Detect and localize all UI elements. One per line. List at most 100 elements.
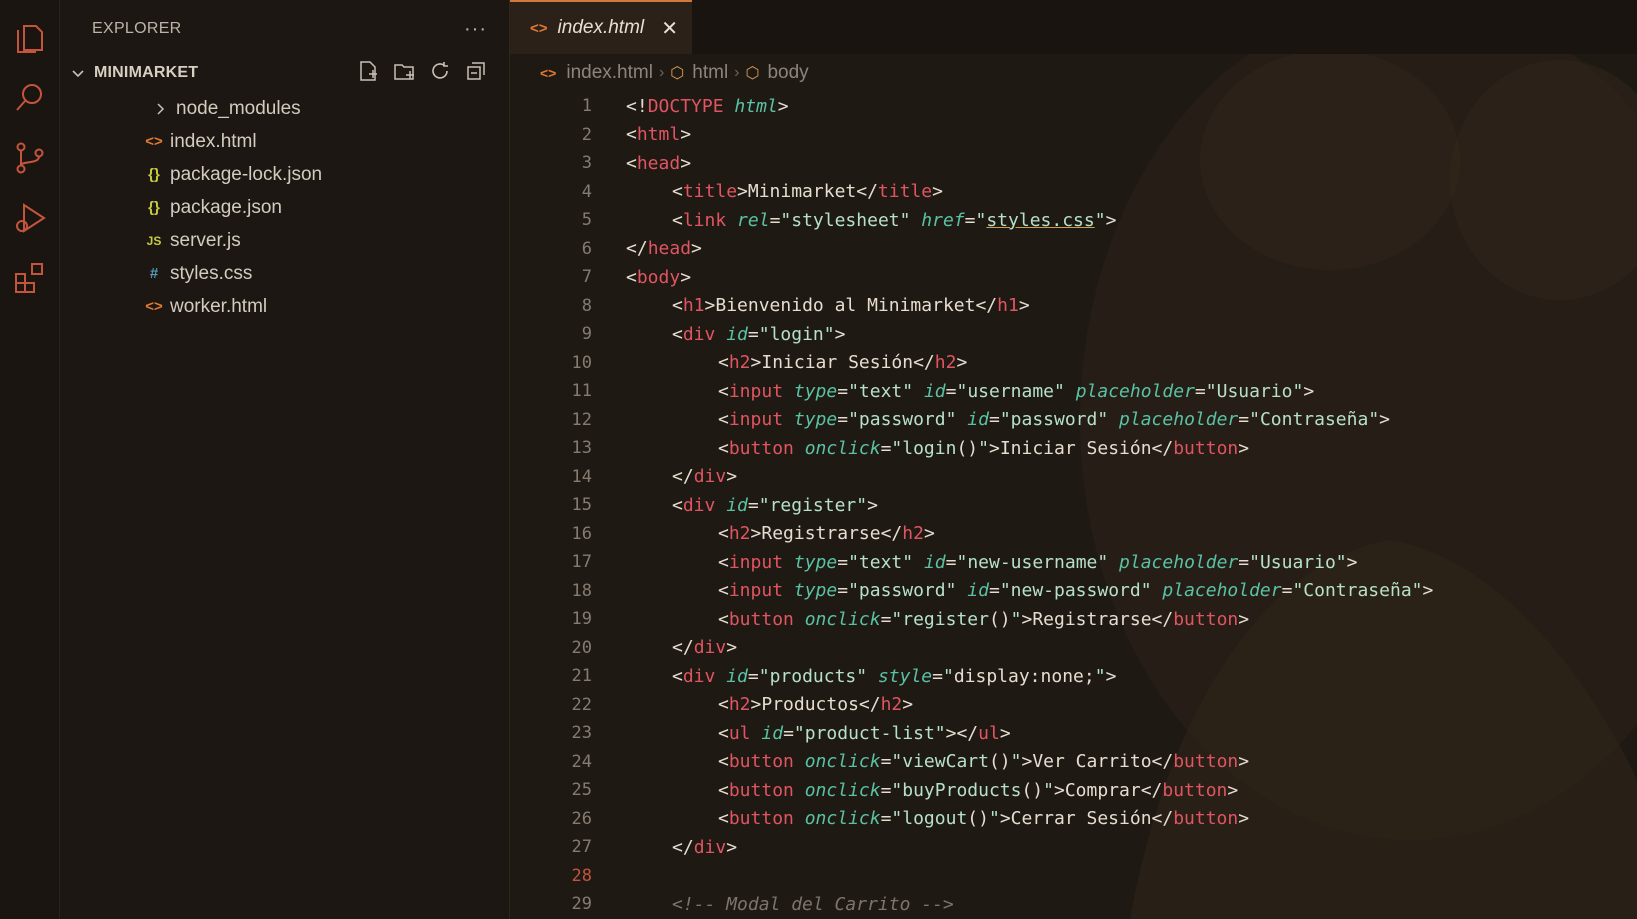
tree-item-styles-css[interactable]: # styles.css [60, 257, 509, 290]
code-token: " [975, 209, 987, 231]
code-line[interactable]: 16 <h2>Registrarse</h2> [510, 520, 1637, 549]
code-token: id [967, 580, 989, 602]
code-line[interactable]: 29 <!-- Modal del Carrito --> [510, 890, 1637, 919]
code-line[interactable]: 23 <ul id="product-list"></ul> [510, 719, 1637, 748]
code-token: < [672, 181, 683, 203]
tab-index-html[interactable]: <> index.html ✕ [510, 0, 692, 54]
code-editor[interactable]: 1 <!DOCTYPE html> 2 <html> 3 <head> 4 <title>Mi… [510, 92, 1637, 919]
code-token: html [734, 95, 778, 117]
breadcrumb-body[interactable]: body [767, 62, 808, 84]
code-token: "new-username" [956, 551, 1109, 573]
code-line[interactable]: 20 </div> [510, 634, 1637, 663]
new-file-icon[interactable] [357, 60, 379, 87]
code-line[interactable]: 24 <button onclick="viewCart()">Ver Carri… [510, 748, 1637, 777]
more-actions-icon[interactable]: ··· [464, 18, 487, 41]
workspace-folder-row[interactable]: MINIMARKET [60, 58, 509, 88]
code-line[interactable]: 13 <button onclick="login()">Iniciar Sesi… [510, 434, 1637, 463]
search-icon[interactable] [10, 78, 50, 118]
breadcrumb-file[interactable]: index.html [566, 62, 653, 84]
code-token: button [1162, 779, 1228, 801]
tree-item-package-lock-json[interactable]: {} package-lock.json [60, 158, 509, 191]
code-token: onclick [804, 751, 881, 773]
line-source: <button onclick="register()">Registrarse… [626, 609, 1249, 630]
code-token: onclick [804, 608, 881, 630]
code-line[interactable]: 21 <div id="products" style="display:none… [510, 662, 1637, 691]
code-token: = [932, 665, 943, 687]
code-token: > [1227, 779, 1239, 801]
code-line[interactable]: 9 <div id="login"> [510, 320, 1637, 349]
code-line[interactable]: 11 <input type="text" id="username" place… [510, 377, 1637, 406]
code-token: > [1303, 380, 1315, 402]
code-line[interactable]: 5 <link rel="stylesheet" href="styles.css… [510, 206, 1637, 235]
code-line[interactable]: 8 <h1>Bienvenido al Minimarket</h1> [510, 292, 1637, 321]
line-number: 20 [571, 637, 592, 658]
code-token: () [988, 608, 1011, 630]
code-token: " [1010, 608, 1022, 630]
chevron-down-icon[interactable] [68, 63, 88, 83]
code-line[interactable]: 7 <body> [510, 263, 1637, 292]
code-token: " [1094, 665, 1106, 687]
code-token: = [1238, 409, 1250, 431]
source-control-icon[interactable] [10, 138, 50, 178]
code-line[interactable]: 18 <input type="password" id="new-passwor… [510, 577, 1637, 606]
line-number: 13 [571, 438, 592, 459]
new-folder-icon[interactable] [393, 60, 415, 87]
code-line[interactable]: 27 </div> [510, 833, 1637, 862]
code-token: ul [978, 722, 1000, 744]
line-number: 23 [571, 723, 592, 744]
code-token: </ [672, 836, 694, 858]
code-line[interactable]: 25 <button onclick="buyProducts()">Compra… [510, 776, 1637, 805]
code-line[interactable]: 1 <!DOCTYPE html> [510, 92, 1637, 121]
code-line[interactable]: 4 <title>Minimarket</title> [510, 178, 1637, 207]
collapse-all-icon[interactable] [465, 60, 487, 87]
line-source: <button onclick="logout()">Cerrar Sesión… [626, 808, 1249, 829]
breadcrumb-html[interactable]: html [692, 62, 728, 84]
code-token: > [777, 95, 789, 117]
tree-item-index-html[interactable]: <> index.html [60, 125, 509, 158]
code-line[interactable]: 14 </div> [510, 463, 1637, 492]
tree-item-node-modules[interactable]: node_modules [60, 92, 509, 125]
code-line[interactable]: 28 [510, 862, 1637, 891]
line-number: 24 [571, 751, 592, 772]
code-token: = [837, 409, 849, 431]
code-token: id [726, 323, 748, 345]
close-icon[interactable]: ✕ [661, 16, 678, 41]
code-line[interactable]: 12 <input type="password" id="password" p… [510, 406, 1637, 435]
code-line[interactable]: 10 <h2>Iniciar Sesión</h2> [510, 349, 1637, 378]
code-token: = [1194, 380, 1206, 402]
code-token: placeholder [1075, 380, 1195, 402]
run-debug-icon[interactable] [10, 198, 50, 238]
tree-item-package-json[interactable]: {} package.json [60, 191, 509, 224]
refresh-icon[interactable] [429, 60, 451, 87]
tree-item-worker-html[interactable]: <> worker.html [60, 290, 509, 323]
html-file-icon: <> [530, 19, 548, 37]
tab-label: index.html [557, 17, 645, 38]
code-token: > [1105, 665, 1117, 687]
code-token: > [932, 181, 943, 203]
code-line[interactable]: 2 <html> [510, 121, 1637, 150]
code-line[interactable]: 26 <button onclick="logout()">Cerrar Sesi… [510, 805, 1637, 834]
code-token: "text" [848, 380, 914, 402]
tree-item-server-js[interactable]: JS server.js [60, 224, 509, 257]
code-line[interactable]: 3 <head> [510, 149, 1637, 178]
code-token: head [647, 238, 692, 260]
code-line[interactable]: 17 <input type="text" id="new-username" p… [510, 548, 1637, 577]
line-number: 3 [581, 153, 592, 174]
chevron-right-icon[interactable] [146, 102, 174, 116]
extensions-icon[interactable] [10, 258, 50, 298]
code-token: > [680, 266, 692, 288]
code-line[interactable]: 22 <h2>Productos</h2> [510, 691, 1637, 720]
explorer-icon[interactable] [10, 18, 50, 58]
line-number: 9 [581, 324, 592, 345]
code-token: < [718, 751, 729, 773]
code-line[interactable]: 15 <div id="register"> [510, 491, 1637, 520]
code-line[interactable]: 6 </head> [510, 235, 1637, 264]
tree-item-label: package-lock.json [170, 163, 323, 185]
line-source: <title>Minimarket</title> [626, 181, 943, 202]
code-line[interactable]: 19 <button onclick="register()">Registrar… [510, 605, 1637, 634]
